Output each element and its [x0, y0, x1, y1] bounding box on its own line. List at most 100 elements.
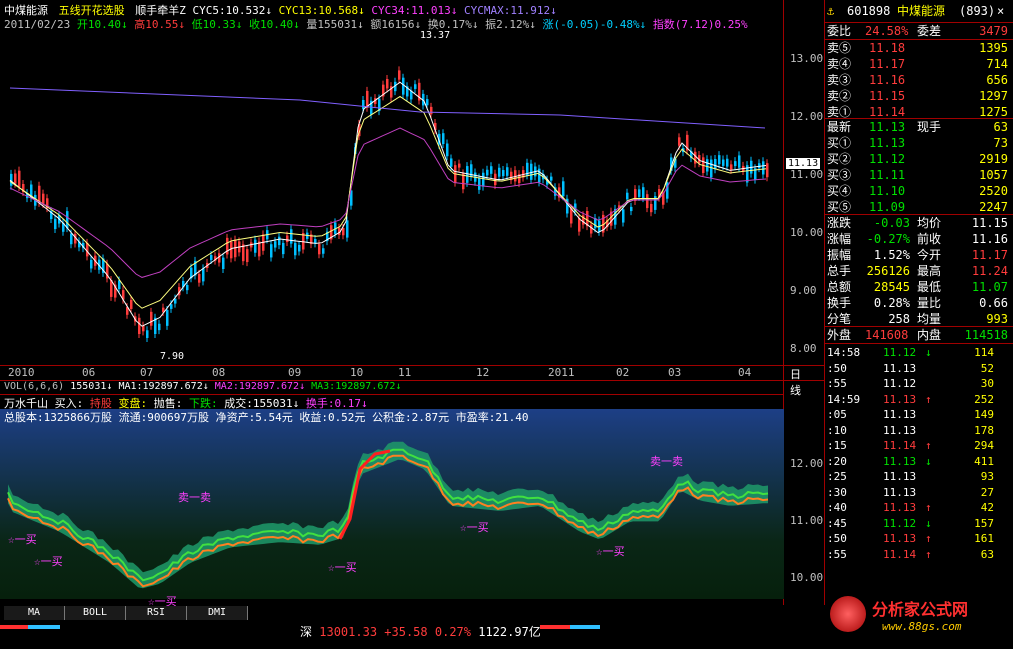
market-label: 深 [300, 625, 313, 639]
lower-panel[interactable]: 总股本:1325866万股 流通:900697万股 净资产:5.54元 收益:0… [0, 409, 784, 608]
tick-price: 11.13 [883, 361, 917, 375]
tick-row: :15 11.14 ↑ 294 [825, 438, 1013, 453]
stat-row: 振幅 1.52% 今开 11.17 [825, 247, 1013, 263]
stat-value: 0.28% [873, 296, 910, 310]
logo-globe-icon [830, 596, 866, 632]
outer-inner-row: 外盘 141608 内盘 114518 [825, 327, 1013, 343]
stat-value-2: 993 [986, 312, 1008, 326]
tick-time: :30 [827, 485, 847, 499]
tab-boll[interactable]: BOLL [65, 606, 126, 620]
bid-row[interactable]: 买① 11.13 73 [825, 135, 1013, 151]
logo-name: 分析家公式网 [872, 600, 969, 619]
tick-dir: ↑ [925, 501, 932, 514]
tick-price: 11.14 [883, 439, 917, 452]
index-value: 13001.33 [319, 625, 378, 639]
last-row: 最新 11.13 现手 63 [825, 119, 1013, 135]
tick-row: 14:58 11.12 ↓ 114 [825, 345, 1013, 360]
bid-label: 买② [827, 152, 852, 166]
price-chart[interactable] [0, 30, 784, 365]
bid-price: 11.11 [869, 168, 906, 182]
index-chg: +35.58 [384, 625, 428, 639]
stat-value: 1.52% [873, 248, 910, 262]
weibi-label: 委比 [827, 24, 852, 38]
tab-ma[interactable]: MA [4, 606, 65, 620]
ask-label: 卖② [827, 89, 852, 103]
close-icon[interactable]: × [997, 0, 1004, 22]
tick-dir: ↓ [925, 454, 932, 468]
cyc13-line [9, 95, 767, 309]
price-axis-label: 12.00 [790, 110, 824, 123]
time-axis-label: 2011 [548, 366, 575, 379]
tick-vol: 161 [974, 532, 994, 545]
bid-price: 11.09 [869, 200, 906, 214]
ask-row[interactable]: 卖③ 11.16 656 [825, 72, 1013, 88]
tab-rsi[interactable]: RSI [126, 606, 187, 620]
stat-value: 258 [888, 312, 910, 326]
stat-label: 总额 [827, 280, 852, 294]
price-axis-label: 10.00 [790, 226, 824, 239]
stat-label-2: 最高 [917, 264, 942, 278]
time-axis-label: 03 [668, 366, 682, 379]
lower-axis: 12.00 11.00 10.00 [786, 409, 824, 599]
stat-label: 换手 [827, 296, 852, 310]
stat-label: 涨幅 [827, 232, 852, 246]
weicha-value: 3479 [979, 24, 1008, 38]
bid-row[interactable]: 买④ 11.10 2520 [825, 183, 1013, 199]
tick-vol: 93 [980, 470, 994, 483]
ask-row[interactable]: 卖⑤ 11.18 1395 [825, 40, 1013, 56]
stat-label: 分笔 [827, 312, 852, 326]
bid-label: 买⑤ [827, 200, 852, 214]
tick-time: :15 [827, 439, 847, 452]
tick-vol: 411 [974, 454, 994, 468]
stat-value: 256126 [866, 264, 910, 278]
index-ticker[interactable]: 深 13001.33 +35.58 0.27% 1122.97亿 [300, 623, 541, 640]
cyc34-line [9, 127, 767, 278]
bid-row[interactable]: 买② 11.12 2919 [825, 151, 1013, 167]
time-axis-label: 11 [398, 366, 412, 379]
stat-value-2: 11.15 [971, 216, 1008, 230]
bid-vol: 2247 [979, 200, 1008, 214]
stat-value-2: 11.24 [971, 264, 1008, 278]
quote-panel: ⚓ 601898 中煤能源 (893) × 委比 24.58% 委差 3479 … [824, 0, 1013, 605]
tick-row: :40 11.13 ↑ 42 [825, 500, 1013, 515]
price-tag: 11.13 [786, 158, 821, 169]
stat-label: 总手 [827, 264, 852, 278]
index-amt: 1122.97亿 [478, 625, 541, 639]
tick-row: :20 11.13 ↓ 411 [825, 454, 1013, 469]
inner-value: 114518 [964, 328, 1008, 342]
tick-time: :50 [827, 361, 847, 375]
stat-value: 28545 [873, 280, 910, 294]
ask-row[interactable]: 卖④ 11.17 714 [825, 56, 1013, 72]
tick-time: :05 [827, 408, 847, 421]
period-label[interactable]: 日线 [790, 366, 801, 398]
tick-row: :50 11.13 52 [825, 361, 1013, 376]
tick-vol: 252 [974, 392, 994, 406]
stat-value-2: 11.17 [971, 248, 1008, 262]
tick-row: :50 11.13 ↑ 161 [825, 531, 1013, 546]
ask-price: 11.17 [869, 57, 906, 71]
tick-time: 14:59 [827, 392, 861, 406]
tick-time: :25 [827, 470, 847, 483]
vol-ma3: MA3:192897.672↓ [311, 381, 402, 392]
bid-label: 买③ [827, 168, 852, 182]
stat-row: 总额 28545 最低 11.07 [825, 279, 1013, 295]
ask-row[interactable]: 卖② 11.15 1297 [825, 88, 1013, 104]
bid-row[interactable]: 买③ 11.11 1057 [825, 167, 1013, 183]
time-axis-label: 06 [82, 366, 96, 379]
tick-dir: ↓ [925, 516, 932, 530]
bid-row[interactable]: 买⑤ 11.09 2247 [825, 199, 1013, 215]
time-axis: 2010 06 07 08 09 10 11 12 2011 02 03 04 [0, 366, 784, 380]
price-axis-label: 13.00 [790, 52, 824, 65]
chart-area[interactable]: 中煤能源 五线开花选股 顺手牵羊Z CYC5:10.532↓ CYC13:10.… [0, 0, 824, 608]
tab-dmi[interactable]: DMI [187, 606, 248, 620]
tick-vol: 178 [974, 423, 994, 437]
tick-price: 11.13 [883, 423, 917, 437]
index-pct: 0.27% [434, 625, 471, 639]
anchor-icon[interactable]: ⚓ [827, 0, 834, 22]
bid-price: 11.12 [869, 152, 906, 166]
tick-row: :55 11.12 30 [825, 376, 1013, 391]
ask-label: 卖③ [827, 73, 852, 87]
tick-price: 11.12 [883, 377, 917, 390]
stat-row: 换手 0.28% 量比 0.66 [825, 295, 1013, 311]
tick-dir: ↑ [925, 532, 932, 545]
